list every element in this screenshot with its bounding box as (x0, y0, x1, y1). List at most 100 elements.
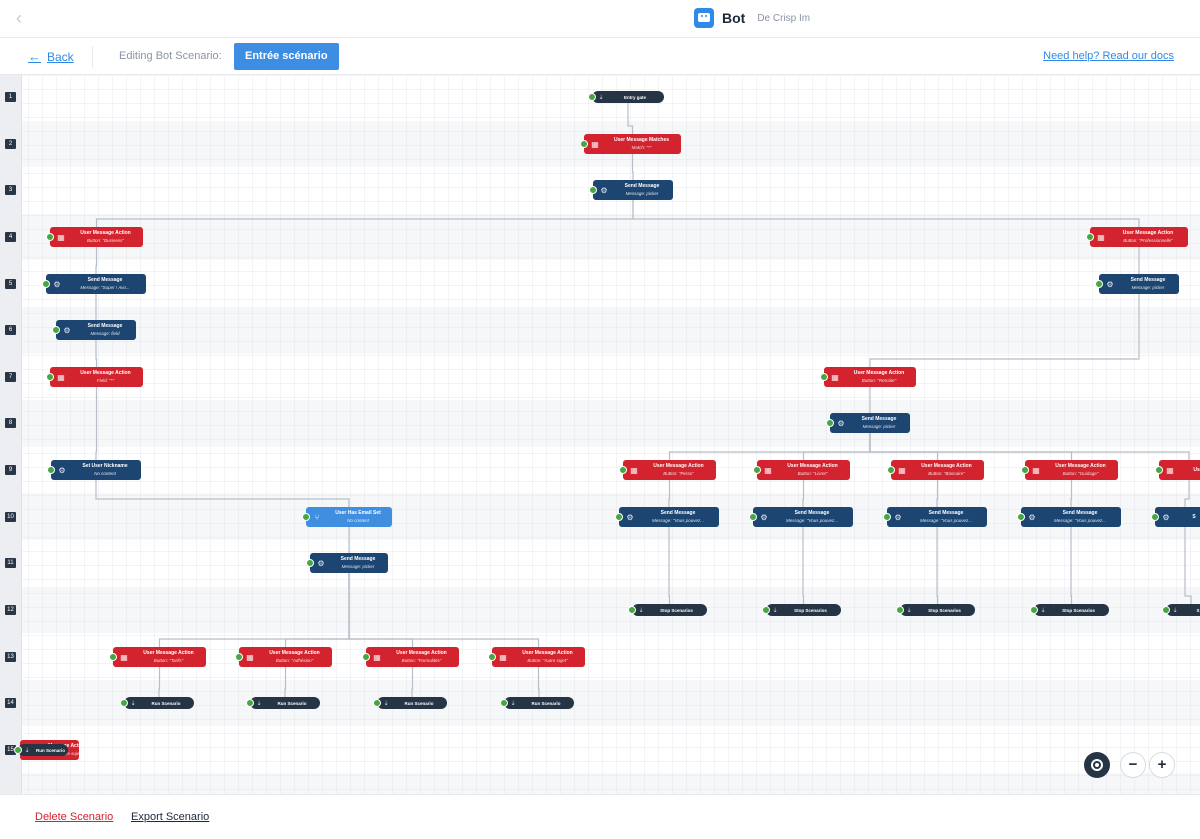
back-link[interactable]: ← Back (28, 49, 74, 64)
export-scenario-link[interactable]: Export Scenario (131, 811, 209, 823)
gears-icon: ⚙ (58, 465, 66, 475)
app-title: Bot (722, 10, 746, 26)
scenario-canvas[interactable]: 1 2 3 4 5 6 7 8 9 10 11 12 13 14 15 ⇣ Entry gate ▦ User M… (0, 75, 1200, 794)
node-user-message-action[interactable]: ▦ User Message Action Button: "Livret" (753, 460, 850, 480)
node-title: Send Message (794, 510, 830, 516)
scenario-name-button[interactable]: Entrée scénario (234, 43, 339, 70)
node-send-message[interactable]: ⚙ Send Message Message: "Vous pouvez... (883, 507, 987, 527)
node-user-message-action[interactable]: ▦ User Message Action Button: "Bancaire" (887, 460, 984, 480)
node-text: Run Scenario (522, 700, 574, 707)
node-user-message-action[interactable]: ▦ User Message Action Button: "Tarifs" (109, 647, 206, 667)
node-subtitle: Message: "Super ! Avo... (80, 285, 130, 290)
node-user-message-matches[interactable]: ▦ User Message Matches Match: "*" (580, 134, 681, 154)
node-user-message-action[interactable]: ▦ User Message Action Button: "Perso" (619, 460, 716, 480)
connector-edge (632, 200, 1140, 227)
node-send-message[interactable]: ⚙ Send Message Message: picker (826, 413, 910, 433)
node-subtitle: Match: "*" (631, 145, 652, 150)
node-user-message-action[interactable]: ▦ User Message Action Field: "*" (46, 367, 143, 387)
node-send-message[interactable]: ⚙ Send Message Message: "Vous pouvez... (749, 507, 853, 527)
node-stop-scenarios[interactable]: ⇣ Stop Scenarios (628, 604, 707, 616)
node-title: Send Message (624, 183, 660, 189)
node-text: User Message Matches Match: "*" (606, 137, 681, 151)
toolbar-divider (92, 46, 93, 68)
editor-toolbar: ← Back Editing Bot Scenario: Entrée scén… (0, 38, 1200, 75)
node-stop-scenarios[interactable]: ⇣ Stop Scenarios (762, 604, 841, 616)
node-text: Run Scenario (142, 700, 194, 707)
node-run-scenario[interactable]: ⇣ Run Scenario (500, 697, 574, 709)
node-user-has-email-set[interactable]: ⑂ User Has Email Set No content (302, 507, 392, 527)
node-send-message[interactable]: ⚙ Send Message Message: picker (1095, 274, 1179, 294)
app-title-group: Bot De Crisp Im (694, 8, 810, 28)
node-text: Stop Scenarios (918, 607, 975, 614)
node-text: Run Scenario (395, 700, 447, 707)
node-text: Send Message Message: picker (615, 183, 673, 197)
zoom-out-button[interactable]: − (1120, 752, 1146, 778)
node-subtitle: Message: "Vous pouvez... (1054, 518, 1106, 523)
node-user-message-action[interactable]: ▦ User Message Action Button: "Autre sujet… (488, 647, 585, 667)
connector-edge (158, 667, 161, 697)
node-text: User Message Action Button: "Adhésion" (261, 650, 332, 664)
node-text: Stop Scenarios (784, 607, 841, 614)
node-subtitle: Message: "Vous pouvez... (920, 518, 972, 523)
node-title: Send Message (340, 556, 376, 562)
node-s[interactable]: ⇣ S (1162, 604, 1200, 616)
node-text: Stop Scenarios (1052, 607, 1109, 614)
connector-edge (284, 573, 350, 647)
node-entry-gate[interactable]: ⇣ Entry gate (588, 91, 664, 103)
node-user-message-action[interactable]: ▦ User Message Action Button: "Professionn… (1086, 227, 1188, 247)
node-send-message[interactable]: ⚙ Send Message Message: picker (589, 180, 673, 200)
node-user-message-action[interactable]: ▦ User Message Action Button: "Guidage" (1021, 460, 1118, 480)
node-send-message[interactable]: ⚙ Send Message Message: "Vous pouvez... (615, 507, 719, 527)
node-title: User Message Action (787, 463, 838, 469)
node-send-message[interactable]: ⚙ Send Message Message: "Super ! Avo... (42, 274, 146, 294)
node-text: User Message Action Button: "Bancaire" (913, 463, 984, 477)
node-title: Send Message (861, 416, 897, 422)
help-docs-link[interactable]: Need help? Read our docs (1043, 50, 1174, 62)
node-user-message-action[interactable]: ▦ User Message Action Button: "Formalités" (362, 647, 459, 667)
node-set-user-nickname[interactable]: ⚙ Set User Nickname No content (47, 460, 141, 480)
node-title: Run Scenario (36, 747, 66, 753)
node-user-message-action[interactable]: ▦ User Message Action Button: "Business" (46, 227, 143, 247)
gears-icon: ⚙ (317, 558, 325, 568)
node-title: Set User Nickname (82, 463, 128, 469)
node-title: User Message Action (853, 370, 905, 376)
node-text: User Message Action Button: "Perso" (645, 463, 716, 477)
recenter-button[interactable] (1084, 752, 1110, 778)
node-run-scenario[interactable]: ⇣ Run Scenario (246, 697, 320, 709)
node-title: User Message Action (269, 650, 320, 656)
chevron-left-icon[interactable]: ‹ (16, 8, 22, 29)
gears-icon: ⚙ (760, 512, 768, 522)
node-run-scenario[interactable]: ⇣ Run Scenario (14, 744, 68, 756)
node-subtitle: Button: "Livret" (797, 471, 828, 476)
zoom-in-button[interactable]: + (1149, 752, 1175, 778)
node-title: Stop Scenarios (1062, 607, 1095, 613)
node-use[interactable]: ▦ Use (1155, 460, 1200, 480)
node-title: Send Message (87, 277, 123, 283)
node-text: User Message Action Button: "Livret" (779, 463, 850, 477)
node-title: Use (1193, 466, 1200, 473)
node-subtitle: Button: "Adhésion" (275, 658, 314, 663)
connector-edge (668, 433, 871, 460)
node-text: Send Message Message: "Vous pouvez... (641, 510, 719, 524)
connector-edge (1184, 527, 1192, 604)
node-stop-scenarios[interactable]: ⇣ Stop Scenarios (1030, 604, 1109, 616)
node-title: User Has Email Set (335, 510, 381, 516)
node-send-message[interactable]: ⚙ Send Message Message: field (52, 320, 136, 340)
connector-edge (537, 667, 540, 697)
node-s[interactable]: ⚙ S (1151, 507, 1200, 527)
node-stop-scenarios[interactable]: ⇣ Stop Scenarios (896, 604, 975, 616)
node-run-scenario[interactable]: ⇣ Run Scenario (120, 697, 194, 709)
node-title: Run Scenario (151, 700, 181, 706)
calendar-icon: ▦ (120, 652, 128, 662)
node-send-message[interactable]: ⚙ Send Message Message: "Vous pouvez... (1017, 507, 1121, 527)
node-title: User Message Action (921, 463, 972, 469)
node-title: Send Message (660, 510, 696, 516)
node-user-message-action[interactable]: ▦ User Message Action Button: "Retraite" (820, 367, 916, 387)
connector-edge (95, 247, 98, 274)
node-run-scenario[interactable]: ⇣ Run Scenario (373, 697, 447, 709)
node-user-message-action[interactable]: ▦ User Message Action Button: "Adhésion" (235, 647, 332, 667)
node-subtitle: Message: picker (1131, 285, 1165, 290)
connector-edge (631, 154, 634, 180)
node-send-message[interactable]: ⚙ Send Message Message: picker (306, 553, 388, 573)
delete-scenario-link[interactable]: Delete Scenario (35, 811, 113, 823)
